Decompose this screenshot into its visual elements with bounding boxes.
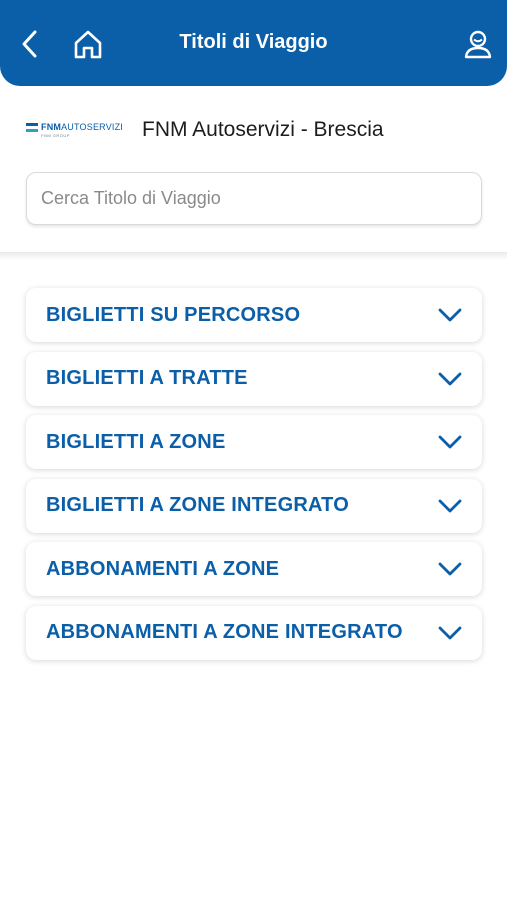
category-label: ABBONAMENTI A ZONE INTEGRATO (46, 621, 403, 643)
chevron-down-icon (438, 303, 462, 327)
search-input[interactable] (27, 173, 481, 224)
section-divider (0, 252, 507, 260)
category-label: BIGLIETTI A TRATTE (46, 367, 248, 389)
category-item-biglietti-a-tratte[interactable]: BIGLIETTI A TRATTE (26, 351, 482, 406)
category-label: ABBONAMENTI A ZONE (46, 557, 280, 580)
profile-button[interactable] (458, 24, 498, 64)
category-item-biglietti-a-zone[interactable]: BIGLIETTI A ZONE (26, 415, 482, 469)
category-item-biglietti-a-zone-integrato[interactable]: BIGLIETTI A ZONE INTEGRATO (26, 478, 482, 533)
category-item-abbonamenti-a-zone[interactable]: ABBONAMENTI A ZONE (26, 542, 482, 596)
chevron-down-icon (438, 557, 462, 581)
operator-row: FNMAUTOSERVIZI FNM GROUP FNM Autoservizi… (26, 114, 384, 146)
category-item-biglietti-su-percorso[interactable]: BIGLIETTI SU PERCORSO (26, 288, 482, 342)
logo-text: AUTOSERVIZI (61, 122, 123, 132)
logo-text-bold: FNM (41, 122, 62, 132)
category-label: BIGLIETTI A ZONE INTEGRATO (46, 494, 349, 516)
logo-subtext: FNM GROUP (41, 133, 70, 138)
operator-logo: FNMAUTOSERVIZI FNM GROUP (26, 121, 126, 139)
chevron-down-icon (438, 621, 462, 645)
category-label: BIGLIETTI A ZONE (46, 430, 226, 453)
app-header: Titoli di Viaggio (0, 0, 507, 86)
operator-name: FNM Autoservizi - Brescia (142, 118, 384, 141)
category-item-abbonamenti-a-zone-integrato[interactable]: ABBONAMENTI A ZONE INTEGRATO (26, 605, 482, 660)
logo-mark-icon (26, 122, 38, 132)
chevron-down-icon (438, 494, 462, 518)
chevron-down-icon (438, 430, 462, 454)
page-title: Titoli di Viaggio (179, 31, 328, 53)
user-icon (464, 30, 492, 59)
chevron-down-icon (438, 367, 462, 391)
ticket-categories-list: BIGLIETTI SU PERCORSO BIGLIETTI A TRATTE… (26, 288, 482, 669)
search-box (26, 172, 482, 225)
category-label: BIGLIETTI SU PERCORSO (46, 303, 301, 326)
